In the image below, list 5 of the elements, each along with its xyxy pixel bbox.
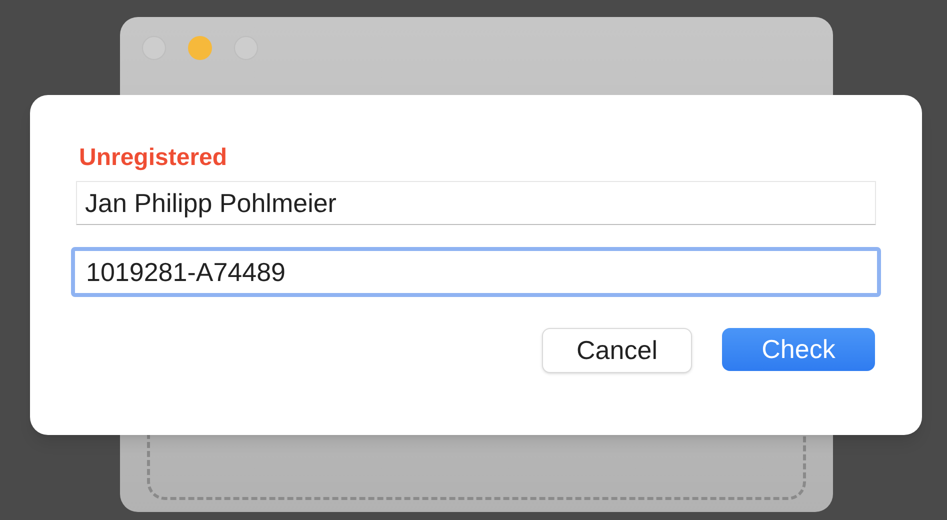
dialog-button[interactable]: Check bbox=[722, 328, 875, 371]
dialog-title: Unregistered bbox=[78, 143, 228, 173]
input-field[interactable]: 1019281-A74489 bbox=[71, 247, 881, 297]
input-field[interactable]: Jan Philipp Pohlmeier bbox=[76, 181, 876, 225]
dialog-button[interactable]: Cancel bbox=[542, 328, 692, 373]
